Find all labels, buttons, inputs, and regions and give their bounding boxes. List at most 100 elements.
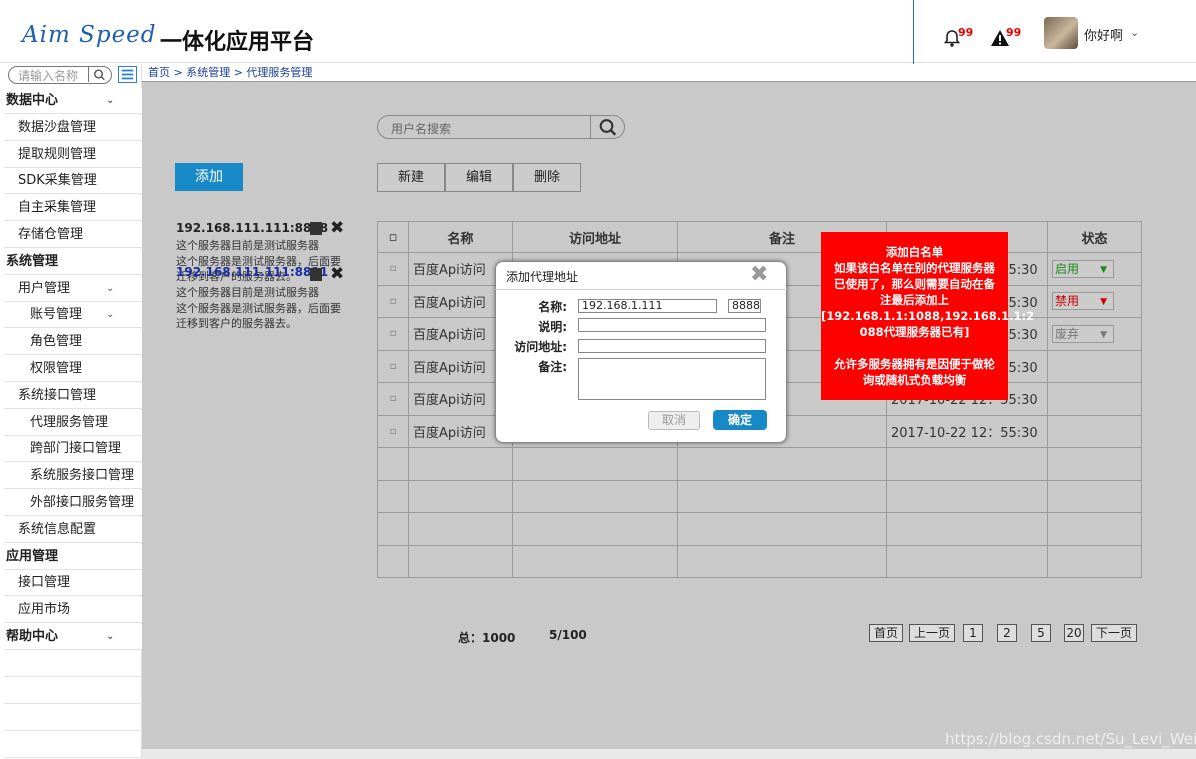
note-line: 已使用了，那么则需要自动在备 <box>834 277 995 291</box>
table-row-empty <box>377 512 1142 546</box>
empty-cell <box>512 512 678 546</box>
chevron-down-icon[interactable]: ⌄ <box>106 624 114 650</box>
status-select[interactable]: 禁用 ▼ <box>1052 292 1114 311</box>
empty-cell <box>1047 544 1142 578</box>
row-checkbox[interactable]: ▫ <box>377 349 409 383</box>
copy-icon[interactable] <box>310 222 322 235</box>
select-all-checkbox[interactable]: ▫ <box>377 221 409 253</box>
cell-status <box>1047 382 1142 416</box>
empty-cell <box>677 544 887 578</box>
warning-count-badge: 99 <box>1006 26 1022 39</box>
empty-cell <box>512 544 678 578</box>
sidebar-item[interactable]: 存储仓管理 <box>4 222 142 248</box>
chevron-down-icon[interactable]: ⌄ <box>1130 26 1139 39</box>
sidebar-item[interactable]: 数据沙盘管理 <box>4 114 142 141</box>
row-checkbox[interactable]: ▫ <box>377 317 409 351</box>
row-checkbox[interactable]: ▫ <box>377 284 409 318</box>
sidebar-item[interactable]: 数据中心 ⌄ <box>4 88 142 114</box>
sidebar-item[interactable]: 应用市场 <box>4 597 142 624</box>
next-page-button[interactable]: 下一页 <box>1091 624 1137 642</box>
bottom-scrollbar[interactable] <box>142 749 1196 759</box>
sidebar-item[interactable]: 角色管理 <box>4 329 142 356</box>
chevron-down-icon[interactable]: ⌄ <box>106 276 114 302</box>
delete-button[interactable]: 删除 <box>513 163 581 192</box>
close-icon[interactable]: ✖ <box>330 264 344 284</box>
remark-textarea[interactable] <box>578 358 766 400</box>
app-logo[interactable]: Aim Speed <box>22 22 157 48</box>
status-select[interactable]: 废弃 ▼ <box>1052 324 1114 343</box>
sidebar-item[interactable]: 接口管理 <box>4 570 142 597</box>
status-select[interactable]: 启用 ▼ <box>1052 259 1114 278</box>
menu-icon[interactable] <box>118 66 137 83</box>
sidebar-item[interactable]: 系统接口管理 <box>4 382 142 409</box>
caret-down-icon[interactable]: ▼ <box>1100 262 1107 278</box>
first-page-button[interactable]: 首页 <box>869 624 903 642</box>
empty-cell <box>886 512 1048 546</box>
column-header[interactable]: 访问地址 <box>512 221 678 253</box>
sidebar-item[interactable]: 系统服务接口管理 <box>4 463 142 490</box>
empty-cell <box>377 447 409 481</box>
sidebar-item[interactable]: 系统信息配置 <box>4 516 142 543</box>
sidebar-item[interactable]: SDK采集管理 <box>4 168 142 195</box>
new-button[interactable]: 新建 <box>377 163 445 192</box>
sidebar-item[interactable]: 外部接口服务管理 <box>4 490 142 516</box>
sidebar-item[interactable]: 跨部门接口管理 <box>4 436 142 463</box>
empty-cell <box>377 512 409 546</box>
sidebar-item[interactable]: 用户管理 ⌄ <box>4 275 142 302</box>
sidebar-item-label: 数据中心 <box>6 93 59 108</box>
server-address[interactable]: 192.168.111.111:8811 <box>176 265 328 279</box>
empty-cell <box>1047 479 1142 513</box>
server-desc: 这个服务器目前是测试服务器 <box>176 239 319 252</box>
sidebar-item[interactable]: 权限管理 <box>4 356 142 382</box>
close-icon[interactable]: ✖ <box>750 262 768 287</box>
page-button[interactable]: 1 <box>963 624 983 642</box>
avatar[interactable] <box>1044 17 1078 49</box>
column-header[interactable]: 状态 <box>1047 221 1142 253</box>
row-checkbox[interactable]: ▫ <box>377 414 409 448</box>
row-checkbox[interactable]: ▫ <box>377 382 409 416</box>
name-field[interactable]: 192.168.1.111 <box>578 299 717 313</box>
note-line: 添加白名单 <box>885 245 944 259</box>
edit-button[interactable]: 编辑 <box>445 163 513 192</box>
pager-page-count: 5/100 <box>549 628 587 642</box>
confirm-button[interactable]: 确定 <box>713 410 767 430</box>
sidebar-item[interactable]: 应用管理 <box>4 543 142 570</box>
page-button[interactable]: 5 <box>1031 624 1051 642</box>
sidebar-item[interactable]: 代理服务管理 <box>4 409 142 436</box>
url-field[interactable] <box>578 339 766 353</box>
sidebar-item[interactable]: 自主采集管理 <box>4 195 142 222</box>
caret-down-icon[interactable]: ▼ <box>1100 294 1107 310</box>
copy-icon[interactable] <box>310 268 322 281</box>
cancel-button[interactable]: 取消 <box>648 411 700 430</box>
chevron-down-icon[interactable]: ⌄ <box>106 88 114 114</box>
port-field[interactable]: 8888 <box>728 299 761 313</box>
empty-cell <box>408 447 513 481</box>
username[interactable]: 你好啊 <box>1084 25 1123 44</box>
empty-cell <box>677 512 887 546</box>
sidebar-item[interactable]: 帮助中心 ⌄ <box>4 624 142 650</box>
note-line: [192.168.1.1:1088,192.168.1.1:2 <box>821 309 1035 323</box>
chevron-down-icon[interactable]: ⌄ <box>106 302 114 328</box>
empty-cell <box>677 447 887 481</box>
search-icon[interactable] <box>590 115 625 139</box>
cell-status: 废弃 ▼ <box>1047 317 1142 351</box>
column-header[interactable]: 名称 <box>408 221 513 253</box>
sidebar-item-label: 系统服务接口管理 <box>30 468 135 484</box>
sidebar-item[interactable]: 账号管理 ⌄ <box>4 302 142 329</box>
empty-cell <box>512 479 678 513</box>
cell-status: 禁用 ▼ <box>1047 284 1142 318</box>
sidebar-item[interactable]: 提取规则管理 <box>4 141 142 168</box>
row-checkbox[interactable]: ▫ <box>377 252 409 286</box>
server-address[interactable]: 192.168.111.111:8888 <box>176 221 328 235</box>
prev-page-button[interactable]: 上一页 <box>909 624 955 642</box>
sidebar-item[interactable]: 系统管理 <box>4 248 142 275</box>
add-button[interactable]: 添加 <box>175 163 243 191</box>
server-desc: 这个服务器是测试服务器，后面要迁移到客户的服务器去。 <box>176 302 341 330</box>
close-icon[interactable]: ✖ <box>330 218 344 238</box>
caret-down-icon[interactable]: ▼ <box>1100 327 1107 343</box>
desc-field[interactable] <box>578 318 766 332</box>
page-button[interactable]: 2 <box>997 624 1017 642</box>
breadcrumb[interactable]: 首页 > 系统管理 > 代理服务管理 <box>142 64 1196 82</box>
page-button[interactable]: 20 <box>1064 624 1084 642</box>
search-icon[interactable] <box>88 67 110 82</box>
